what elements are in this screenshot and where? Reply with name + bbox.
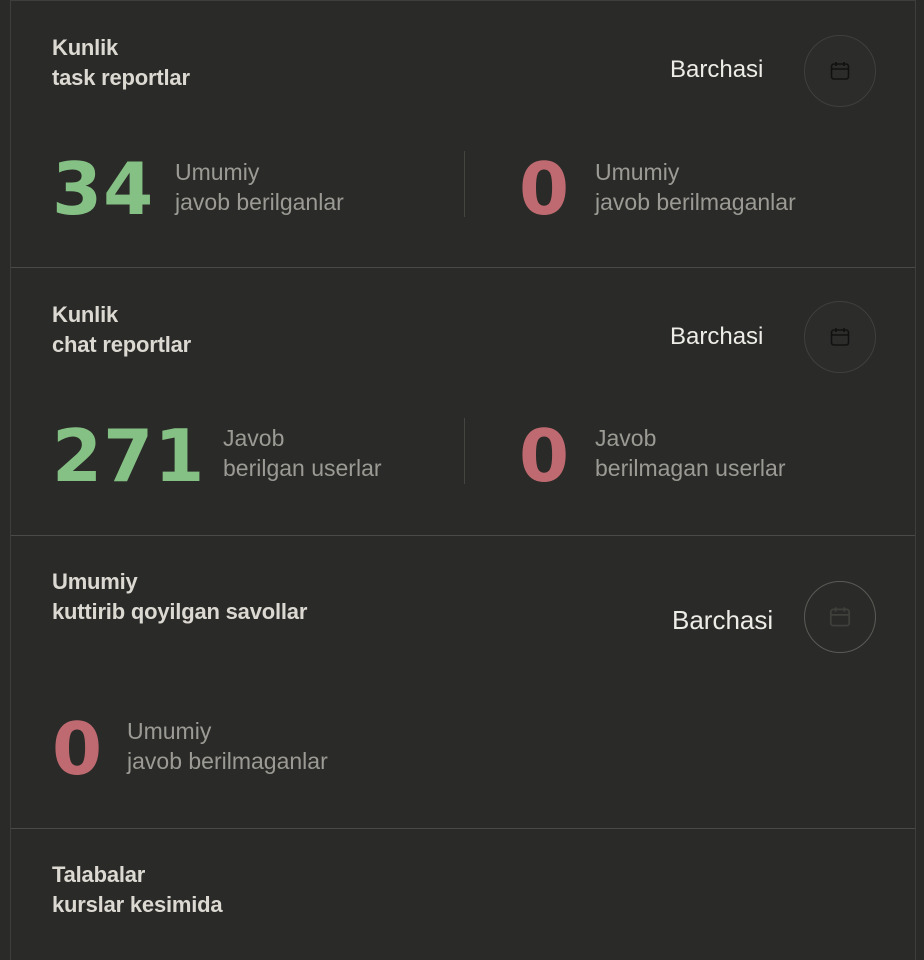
calendar-icon — [830, 328, 850, 346]
card-students-by-course: Talabalar kurslar kesimida — [11, 829, 915, 960]
filter-dropdown[interactable]: Barchasi — [670, 56, 763, 84]
pending-unanswered-count: 0 — [52, 707, 104, 791]
answered-users-label: Javob berilgan userlar — [223, 423, 382, 483]
unanswered-count: 0 — [519, 147, 571, 231]
card-title-line2: chat reportlar — [52, 332, 192, 357]
stat-label-line2: javob berilganlar — [175, 189, 344, 215]
stat-label-line2: javob berilmaganlar — [127, 748, 328, 774]
calendar-icon — [830, 62, 850, 80]
stat-divider — [464, 418, 465, 484]
card-title-line2: kuttirib qoyilgan savollar — [52, 599, 308, 624]
card-title-line1: Kunlik — [52, 35, 119, 60]
unanswered-users-label: Javob berilmagan userlar — [595, 423, 785, 483]
card-title: Umumiy kuttirib qoyilgan savollar — [52, 567, 307, 627]
stat-label-line1: Javob — [223, 425, 285, 451]
card-title: Kunlik task reportlar — [52, 33, 190, 93]
stat-label-line1: Umumiy — [595, 159, 680, 185]
stat-label-line2: javob berilmaganlar — [595, 189, 796, 215]
filter-dropdown[interactable]: Barchasi — [670, 323, 763, 351]
stat-label-line2: berilmagan userlar — [595, 455, 786, 481]
calendar-button[interactable] — [804, 581, 876, 653]
filter-dropdown[interactable]: Barchasi — [672, 605, 773, 636]
calendar-icon — [829, 607, 851, 627]
card-title-line1: Kunlik — [52, 302, 119, 327]
card-title: Talabalar kurslar kesimida — [52, 860, 223, 920]
card-title: Kunlik chat reportlar — [52, 300, 191, 360]
unanswered-users-count: 0 — [519, 414, 571, 498]
stat-label-line2: berilgan userlar — [223, 455, 382, 481]
card-chat-reports: Kunlik chat reportlar Barchasi 271 Javob… — [11, 268, 915, 536]
answered-users-count: 271 — [52, 414, 206, 498]
pending-unanswered-label: Umumiy javob berilmaganlar — [127, 716, 328, 776]
stat-divider — [464, 151, 465, 217]
card-title-line2: task reportlar — [52, 65, 190, 90]
calendar-button[interactable] — [804, 301, 876, 373]
dashboard-panel: Kunlik task reportlar Barchasi 34 Umumiy… — [10, 0, 916, 960]
card-title-line1: Talabalar — [52, 862, 146, 887]
card-task-reports: Kunlik task reportlar Barchasi 34 Umumiy… — [11, 0, 915, 268]
answered-count: 34 — [52, 147, 155, 231]
card-title-line2: kurslar kesimida — [52, 892, 223, 917]
stat-label-line1: Javob — [595, 425, 657, 451]
answered-label: Umumiy javob berilganlar — [175, 157, 344, 217]
stat-label-line1: Umumiy — [175, 159, 260, 185]
card-title-line1: Umumiy — [52, 569, 138, 594]
unanswered-label: Umumiy javob berilmaganlar — [595, 157, 796, 217]
stat-label-line1: Umumiy — [127, 718, 212, 744]
card-pending-questions: Umumiy kuttirib qoyilgan savollar Barcha… — [11, 536, 915, 829]
calendar-button[interactable] — [804, 35, 876, 107]
